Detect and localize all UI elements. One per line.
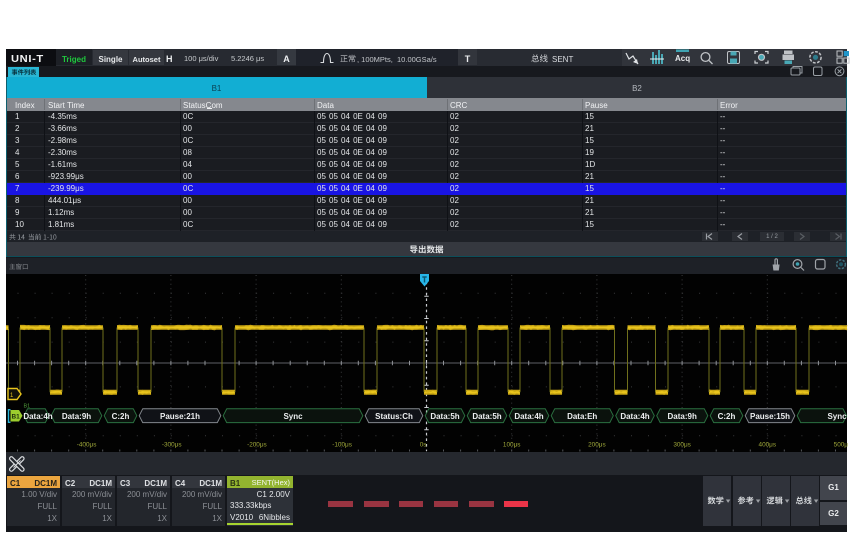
svg-text:300μs: 300μs — [673, 442, 691, 449]
svg-text:Data:9h: Data:9h — [668, 412, 697, 421]
svg-text:-200μs: -200μs — [247, 442, 267, 449]
svg-text:200μs: 200μs — [588, 442, 606, 449]
svg-text:Data:9h: Data:9h — [62, 412, 91, 421]
svg-text:Data:4h: Data:4h — [23, 412, 52, 421]
svg-text:C:2h: C:2h — [112, 412, 130, 421]
svg-text:Data:5h: Data:5h — [430, 412, 459, 421]
svg-text:400μs: 400μs — [759, 442, 777, 449]
svg-text:Pause:21h: Pause:21h — [160, 412, 200, 421]
svg-text:Sync: Sync — [827, 412, 847, 421]
svg-text:Sync: Sync — [283, 412, 303, 421]
svg-text:0s: 0s — [420, 442, 427, 449]
svg-text:500μ: 500μ — [834, 442, 849, 449]
svg-text:Data:4h: Data:4h — [620, 412, 649, 421]
svg-text:Pause:15h: Pause:15h — [750, 412, 790, 421]
svg-text:Data:Eh: Data:Eh — [567, 412, 597, 421]
svg-text:-100μs: -100μs — [332, 442, 352, 449]
svg-text:-400μs: -400μs — [77, 442, 97, 449]
svg-text:B1: B1 — [12, 414, 21, 421]
svg-text:Data:5h: Data:5h — [472, 412, 501, 421]
svg-text:C:2h: C:2h — [718, 412, 736, 421]
svg-text:100μs: 100μs — [503, 442, 521, 449]
svg-text:Status:Ch: Status:Ch — [375, 412, 413, 421]
svg-text:B1: B1 — [24, 404, 31, 410]
svg-text:Data:4h: Data:4h — [514, 412, 543, 421]
svg-text:-300μs: -300μs — [162, 442, 182, 449]
